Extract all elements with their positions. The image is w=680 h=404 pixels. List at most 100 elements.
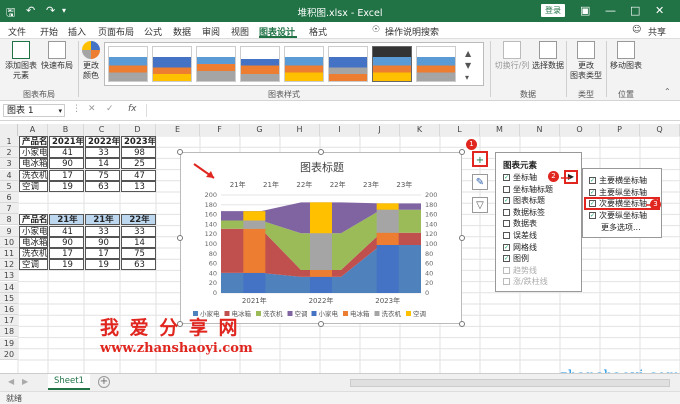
table-cell[interactable]: 33 <box>85 147 120 159</box>
table-cell[interactable]: 90 <box>85 236 120 248</box>
login-button[interactable]: 登录 <box>541 4 565 17</box>
table-cell[interactable]: 90 <box>49 158 84 170</box>
bar-2-2[interactable] <box>376 209 399 233</box>
tab-data[interactable]: 数据 <box>173 25 191 38</box>
row-header[interactable]: 15 <box>0 292 18 304</box>
tab-view[interactable]: 视图 <box>231 25 249 38</box>
table-header-cell[interactable]: 21年 <box>85 214 120 226</box>
table-cell[interactable]: 98 <box>121 147 156 159</box>
row-header[interactable]: 5 <box>0 180 18 192</box>
checkbox-icon[interactable]: ✓ <box>503 243 510 251</box>
minimize-icon[interactable]: — <box>605 4 616 17</box>
bar-3-2[interactable] <box>376 203 399 210</box>
column-header[interactable]: D <box>120 124 156 136</box>
column-header[interactable]: E <box>156 124 200 136</box>
change-chart-type-button[interactable]: 更改 图表类型 <box>568 41 604 81</box>
table-cell[interactable]: 75 <box>121 248 156 259</box>
tab-formulas[interactable]: 公式 <box>144 25 162 38</box>
checkbox-icon[interactable]: ✓ <box>589 177 596 184</box>
resize-handle[interactable] <box>177 149 183 155</box>
new-sheet-button[interactable]: + <box>98 376 110 388</box>
chart-filters-icon[interactable]: ▽ <box>472 197 488 213</box>
table-cell[interactable]: 63 <box>121 259 156 271</box>
resize-handle[interactable] <box>318 149 324 155</box>
ribbon-display-icon[interactable]: ▣ <box>580 4 590 17</box>
more-options-link[interactable]: 更多选项... <box>601 223 641 233</box>
chart-element-option[interactable]: 趋势线 <box>503 266 537 276</box>
switch-row-column-button[interactable]: 切换行/列 <box>494 41 530 71</box>
tab-insert[interactable]: 插入 <box>68 25 86 38</box>
bar-2-0[interactable] <box>243 220 266 229</box>
column-header[interactable]: I <box>320 124 360 136</box>
row-header[interactable]: 20 <box>0 348 18 360</box>
tab-home[interactable]: 开始 <box>40 25 58 38</box>
checkbox-icon[interactable]: ✓ <box>503 255 510 263</box>
chart-styles-gallery[interactable]: ▲ ▼ ▾ <box>104 42 484 86</box>
row-header[interactable]: 9 <box>0 225 18 237</box>
table-cell[interactable]: 19 <box>49 259 84 271</box>
bar-0-0[interactable] <box>243 272 266 293</box>
table-header-cell[interactable]: 22年 <box>121 214 156 226</box>
scroll-right-icon[interactable]: ▶ <box>22 377 28 386</box>
table-cell[interactable]: 17 <box>49 169 84 181</box>
legend-entry[interactable]: 洗衣机 <box>382 309 402 318</box>
bar-1-1[interactable] <box>310 269 332 277</box>
legend-entry[interactable]: 空调 <box>295 309 308 318</box>
table-cell[interactable]: 90 <box>49 236 84 248</box>
checkbox-icon[interactable]: ✓ <box>503 174 510 181</box>
row-header[interactable]: 16 <box>0 304 18 315</box>
table-header-cell[interactable]: 2021年 <box>49 136 84 147</box>
chart-element-option[interactable]: ✓ 图表标题 <box>503 196 545 206</box>
checkbox-icon[interactable] <box>503 208 510 216</box>
chart-style-thumbnail[interactable] <box>372 46 412 82</box>
bar-2-1[interactable] <box>310 233 332 270</box>
axis-option[interactable]: ✓ 次要纵坐标轴 <box>589 211 647 221</box>
formula-input[interactable] <box>146 104 676 117</box>
row-header[interactable]: 12 <box>0 259 18 271</box>
table-cell[interactable]: 小家电 <box>19 147 48 159</box>
close-icon[interactable]: ✕ <box>655 4 664 17</box>
row-header[interactable]: 13 <box>0 270 18 282</box>
resize-handle[interactable] <box>177 235 183 241</box>
row-header[interactable]: 2 <box>0 147 18 159</box>
change-colors-button[interactable]: 更改 颜色 <box>80 41 102 81</box>
bar-3-0[interactable] <box>243 211 266 221</box>
table-cell[interactable]: 小家电 <box>19 225 48 237</box>
chart-element-option[interactable]: 涨/跌柱线 <box>503 277 548 287</box>
table-cell[interactable]: 47 <box>121 169 156 181</box>
row-header[interactable]: 1 <box>0 136 18 147</box>
move-chart-button[interactable]: 移动图表 <box>608 41 644 71</box>
table-cell[interactable]: 19 <box>85 259 120 271</box>
checkbox-icon[interactable] <box>503 220 510 228</box>
chart-style-thumbnail[interactable] <box>152 46 192 82</box>
row-header[interactable]: 6 <box>0 192 18 203</box>
share-button[interactable]: 共享 <box>648 25 666 38</box>
bar-3-1[interactable] <box>310 202 332 234</box>
row-header[interactable]: 3 <box>0 158 18 170</box>
tell-me-search[interactable]: 操作说明搜索 <box>385 25 439 38</box>
checkbox-icon[interactable]: ✓ <box>589 211 596 219</box>
plot-area[interactable]: 200180160140120100806040200 200180160140… <box>181 153 463 325</box>
checkbox-icon[interactable] <box>503 232 510 239</box>
column-header[interactable]: G <box>240 124 280 136</box>
chart-elements-button[interactable]: + <box>472 151 488 167</box>
table-header-cell[interactable]: 产品名称 <box>19 214 48 226</box>
column-header[interactable]: P <box>600 124 640 136</box>
table-cell[interactable]: 电冰箱 <box>19 236 48 248</box>
scroll-left-icon[interactable]: ◀ <box>8 377 14 386</box>
table-cell[interactable]: 17 <box>85 248 120 259</box>
row-header[interactable]: 18 <box>0 326 18 338</box>
row-header[interactable]: 17 <box>0 315 18 327</box>
checkbox-icon[interactable] <box>503 278 510 286</box>
table-cell[interactable]: 17 <box>49 248 84 259</box>
resize-handle[interactable] <box>459 321 465 327</box>
column-header[interactable]: H <box>280 124 320 136</box>
legend-entry[interactable]: 小家电 <box>319 309 339 318</box>
table-cell[interactable]: 电冰箱 <box>19 158 48 170</box>
column-header[interactable]: K <box>400 124 440 136</box>
add-chart-element-button[interactable]: 添加图表 元素 <box>4 41 38 81</box>
table-header-cell[interactable]: 产品名称 <box>19 136 48 147</box>
cancel-icon[interactable]: ✕ <box>88 104 96 114</box>
row-header[interactable]: 11 <box>0 248 18 259</box>
table-header-cell[interactable]: 2023年 <box>121 136 156 147</box>
